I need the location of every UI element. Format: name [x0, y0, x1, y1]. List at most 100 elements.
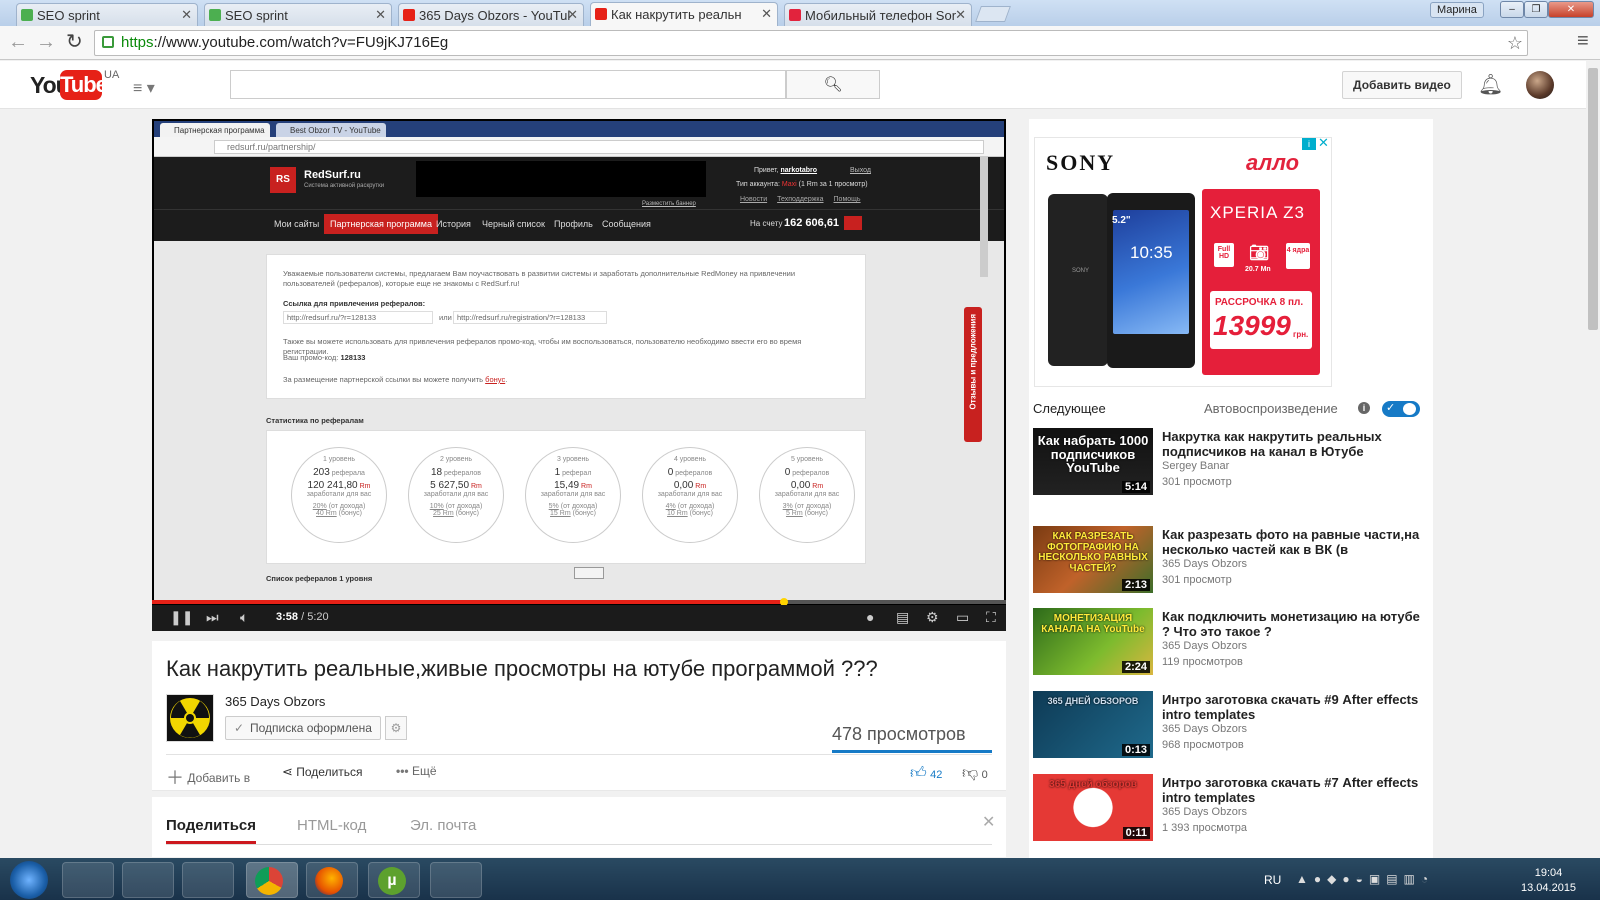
fullscreen-icon[interactable]: ⛶ — [986, 609, 996, 626]
volume-icon[interactable]: 🔈︎ — [240, 609, 248, 626]
intro-text: Уважаемые пользователи системы, предлага… — [283, 269, 796, 288]
ad-model: XPERIA Z3 — [1210, 203, 1305, 222]
paint-taskbar-icon[interactable] — [430, 862, 482, 898]
dislike-button[interactable]: 👎︎ 0 — [962, 764, 988, 783]
settings-gear-icon[interactable]: ⚙ — [926, 609, 939, 626]
nav-item: Мои сайты — [274, 219, 320, 229]
maximize-button[interactable]: ❐ — [1524, 1, 1548, 18]
pause-icon[interactable]: ❚❚ — [170, 609, 193, 626]
related-video-title[interactable]: Как подключить монетизацию на ютубе ? Чт… — [1162, 609, 1424, 639]
address-bar[interactable]: https://www.youtube.com/watch?v=FU9jKJ71… — [94, 30, 1528, 56]
guide-menu-icon[interactable]: ≡ ▾ — [133, 78, 155, 98]
close-window-button[interactable]: ✕ — [1548, 1, 1594, 18]
video-thumbnail[interactable]: 365 дней обзоров 0:11 — [1033, 774, 1153, 841]
close-icon[interactable]: ✕ — [567, 7, 578, 23]
explorer-taskbar-icon[interactable] — [62, 862, 114, 898]
search-button[interactable]: 🔍︎ — [786, 70, 880, 99]
avatar[interactable] — [1526, 71, 1554, 99]
subscribed-button[interactable]: ✓ Подписка оформлена — [225, 716, 381, 740]
level-count: 0 — [784, 467, 791, 478]
close-icon[interactable]: ✕ — [955, 7, 966, 23]
level-text: (бонус) — [455, 510, 479, 517]
related-video-title[interactable]: Как разрезать фото на равные части,на не… — [1162, 527, 1424, 557]
theater-mode-icon[interactable]: ▭ — [956, 609, 969, 626]
video-thumbnail[interactable]: МОНЕТИЗАЦИЯ КАНАЛА НА YouTube 2:24 — [1033, 608, 1153, 675]
nav-item: Черный список — [482, 219, 545, 229]
level-bonus: 5 Rm — [785, 510, 803, 517]
video-duration: 5:14 — [1121, 481, 1150, 493]
ad-close-icon[interactable]: ✕ — [1318, 136, 1332, 150]
level-name: 2 уровень — [439, 456, 473, 463]
calculator-taskbar-icon[interactable] — [182, 862, 234, 898]
nav-item: История — [436, 219, 471, 229]
related-video-title[interactable]: Накрутка как накрутить реальных подписчи… — [1162, 429, 1424, 459]
annotations-icon[interactable]: ● — [866, 609, 874, 625]
subtitles-icon[interactable]: ▤ — [896, 609, 909, 626]
related-video-title[interactable]: Интро заготовка скачать #7 After effects… — [1162, 775, 1424, 805]
minimize-button[interactable]: – — [1500, 1, 1524, 18]
tab-email[interactable]: Эл. почта — [410, 817, 476, 834]
browser-tab[interactable]: SEO sprint ✕ — [204, 3, 392, 26]
scrollbar-thumb[interactable] — [1588, 68, 1598, 330]
add-video-button[interactable]: Добавить видео — [1342, 71, 1462, 99]
browser-tab[interactable]: Мобильный телефон Sor ✕ — [784, 3, 972, 26]
level-text: 18 рефералов — [409, 467, 503, 478]
channel-name[interactable]: 365 Days Obzors — [225, 694, 325, 709]
start-button-icon[interactable] — [10, 861, 48, 899]
video-thumbnail[interactable]: Как набрать 1000 подписчиков YouTube 5:14 — [1033, 428, 1153, 495]
related-video-views: 301 просмотр — [1162, 476, 1232, 488]
reload-icon[interactable]: ↻ — [66, 32, 83, 52]
tab-embed[interactable]: HTML-код — [297, 817, 366, 834]
inner-tab: Партнерская программа — [160, 123, 270, 137]
phone-clock: 10:35 — [1130, 243, 1173, 262]
level-name: 3 уровень — [556, 456, 590, 463]
close-icon[interactable]: ✕ — [761, 6, 772, 22]
back-icon[interactable]: ← — [8, 32, 28, 52]
clock-date: 13.04.2015 — [1521, 882, 1577, 894]
system-clock[interactable]: 19:04 13.04.2015 — [1521, 866, 1576, 896]
youtube-logo-tube[interactable]: Tube — [60, 70, 108, 100]
forward-icon[interactable]: → — [36, 32, 56, 52]
like-button[interactable]: 👍︎ 42 — [910, 764, 942, 783]
menu-icon[interactable]: ≡ — [1577, 31, 1589, 51]
search-input[interactable] — [230, 70, 786, 99]
video-duration: 0:11 — [1122, 827, 1150, 839]
video-thumbnail[interactable]: 365 ДНЕЙ ОБЗОРОВ 0:13 — [1033, 691, 1153, 758]
video-thumbnail[interactable]: КАК РАЗРЕЗАТЬ ФОТОГРАФИЮ НА НЕСКОЛЬКО РА… — [1033, 526, 1153, 593]
level-text: (бонус) — [804, 510, 829, 517]
inner-url: redsurf.ru/partnership/ — [214, 140, 984, 154]
bookmark-star-icon[interactable]: ☆ — [1507, 31, 1523, 55]
level-unit: реферала — [331, 470, 365, 477]
up-next-heading: Следующее — [1033, 401, 1106, 416]
language-indicator[interactable]: RU — [1264, 873, 1281, 887]
related-video-title[interactable]: Интро заготовка скачать #9 After effects… — [1162, 692, 1424, 722]
close-icon[interactable]: ✕ — [181, 7, 192, 23]
close-icon[interactable]: ✕ — [982, 812, 995, 832]
media-player-taskbar-icon[interactable] — [122, 862, 174, 898]
adchoices-icon[interactable]: i — [1302, 138, 1316, 150]
toggle-knob[interactable] — [1403, 403, 1416, 415]
next-icon[interactable]: ⏭︎ — [206, 609, 219, 626]
earned-label: заработали для вас — [774, 491, 840, 498]
thumbnail-text: 365 дней обзоров — [1049, 779, 1137, 790]
level-pct: 5% — [548, 503, 559, 510]
browser-tab[interactable]: 365 Days Obzors - YouTul ✕ — [398, 3, 584, 26]
close-icon[interactable]: ✕ — [375, 7, 386, 23]
add-to-button[interactable]: ＋ Добавить в — [166, 764, 250, 790]
check-icon: ✓ — [1386, 402, 1396, 414]
channel-avatar[interactable] — [166, 694, 214, 742]
notifications-bell-icon[interactable]: 🔔︎ — [1478, 72, 1503, 97]
info-icon[interactable]: i — [1358, 402, 1370, 414]
browser-tab-active[interactable]: Как накрутить реальн ✕ — [590, 2, 778, 26]
tab-share[interactable]: Поделиться — [166, 817, 257, 844]
share-button[interactable]: ⋖ Поделиться — [282, 764, 363, 780]
tray-icons[interactable]: ▲●◆●◒▣▤▥◔ — [1296, 872, 1434, 886]
browser-tab[interactable]: SEO sprint ✕ — [16, 3, 198, 26]
lock-icon — [102, 36, 114, 48]
phone-back-brand: SONY — [1072, 268, 1090, 274]
more-button[interactable]: ••• Ещё — [396, 764, 437, 778]
new-tab-button[interactable] — [975, 6, 1011, 22]
profile-badge[interactable]: Марина — [1430, 2, 1484, 18]
subscription-settings-gear-icon[interactable]: ⚙ — [385, 716, 407, 740]
level-text: (от дохода) — [445, 503, 483, 510]
